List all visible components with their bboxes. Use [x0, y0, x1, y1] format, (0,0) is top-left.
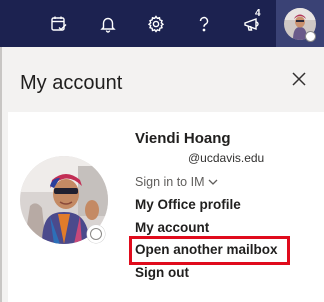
feedback-count-badge: 4 [255, 8, 261, 19]
sign-in-im-label: Sign in to IM [135, 175, 205, 189]
panel-title: My account [20, 72, 123, 94]
my-office-profile-link[interactable]: My Office profile [135, 196, 241, 213]
feedback-button[interactable] [229, 0, 275, 47]
sign-out-link[interactable]: Sign out [135, 264, 189, 281]
close-icon [292, 71, 306, 91]
close-panel-button[interactable] [286, 68, 312, 94]
my-day-button[interactable] [36, 0, 82, 47]
account-manager-button[interactable] [276, 0, 324, 47]
presence-status-indicator [87, 225, 105, 243]
calendar-check-icon [50, 15, 68, 33]
sign-in-im-dropdown[interactable]: Sign in to IM [135, 174, 218, 190]
help-button[interactable] [181, 0, 227, 47]
user-email: @ucdavis.edu [188, 151, 265, 165]
highlight-annotation [129, 236, 290, 265]
chevron-down-icon [208, 174, 218, 190]
panel-divider [0, 47, 2, 302]
bell-icon [99, 15, 117, 33]
offline-status-icon [90, 228, 102, 240]
user-name: Viendi Hoang [135, 130, 231, 147]
my-account-link[interactable]: My account [135, 219, 209, 236]
settings-button[interactable] [133, 0, 179, 47]
help-icon [195, 15, 213, 33]
presence-status-dot [305, 31, 316, 42]
notifications-button[interactable] [85, 0, 131, 47]
gear-icon [147, 14, 165, 33]
